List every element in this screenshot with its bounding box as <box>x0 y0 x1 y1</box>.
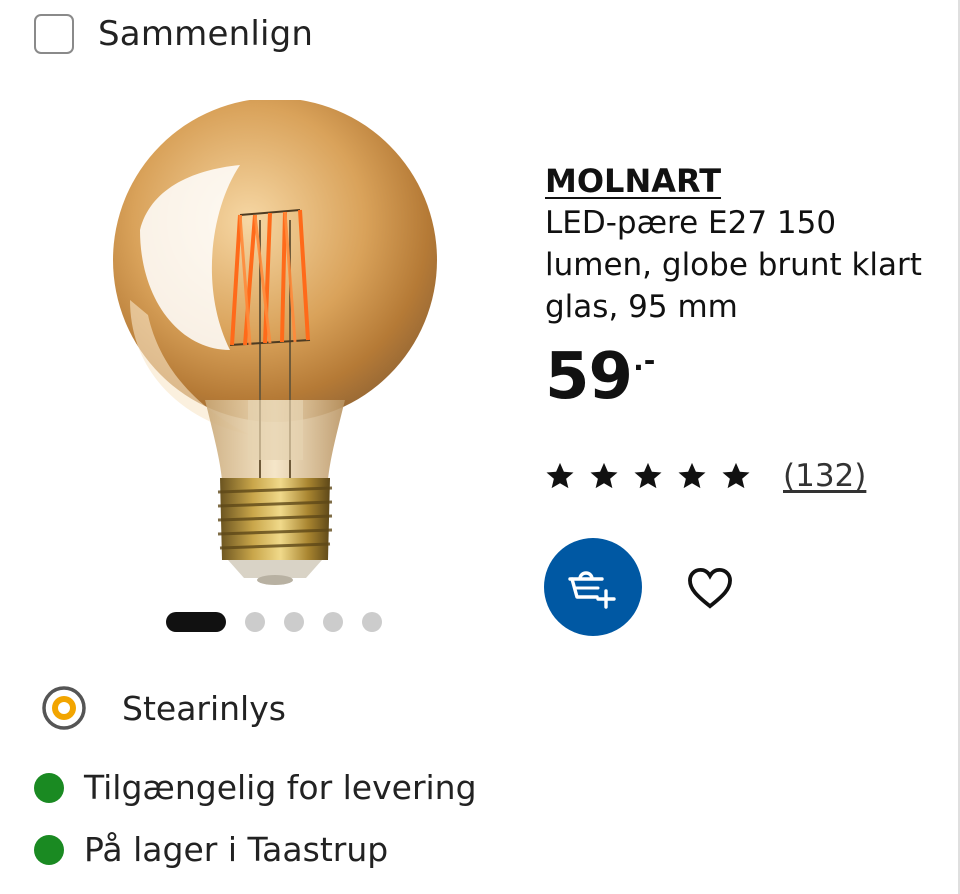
compare-label: Sammenlign <box>98 14 314 54</box>
star-icon <box>546 462 574 489</box>
star-icon <box>590 462 618 489</box>
review-count-link[interactable]: (132) <box>783 458 866 494</box>
gallery-dot-1[interactable] <box>166 612 226 632</box>
compare-toggle[interactable]: Sammenlign <box>34 14 313 54</box>
gallery-dot-2[interactable] <box>245 612 265 632</box>
gallery-dot-3[interactable] <box>284 612 304 632</box>
star-icon <box>634 462 662 489</box>
basket-plus-icon <box>568 571 616 609</box>
add-to-cart-button[interactable] <box>544 538 642 636</box>
product-info: MOLNART LED-pære E27 150 lumen, globe br… <box>545 160 925 412</box>
star-icon <box>722 462 750 489</box>
style-badge: Stearinlys <box>42 686 286 730</box>
product-name-link[interactable]: MOLNART <box>545 160 925 202</box>
style-label: Stearinlys <box>122 688 286 728</box>
product-image[interactable] <box>100 98 520 600</box>
price-value: 59 <box>545 340 633 414</box>
status-dot-icon <box>34 834 64 865</box>
product-price: 59 .- <box>545 342 925 412</box>
availability-label: Tilgængelig for levering <box>84 768 477 807</box>
availability-delivery: Tilgængelig for levering <box>34 768 477 807</box>
price-suffix: .- <box>633 344 656 377</box>
compare-checkbox[interactable] <box>34 14 74 54</box>
status-dot-icon <box>34 772 64 803</box>
heart-outline-icon <box>688 567 732 609</box>
rating-stars <box>545 461 765 491</box>
gallery-dot-4[interactable] <box>323 612 343 632</box>
availability-label: På lager i Taastrup <box>84 830 389 869</box>
product-description: LED-pære E27 150 lumen, globe brunt klar… <box>545 205 922 325</box>
led-globe-bulb-image <box>113 98 437 585</box>
star-icon <box>678 462 706 489</box>
gallery-pagination <box>166 612 401 632</box>
availability-store[interactable]: På lager i Taastrup <box>34 830 388 869</box>
candlelight-icon <box>42 686 86 730</box>
product-rating[interactable]: (132) <box>545 458 866 494</box>
favourite-button[interactable] <box>680 562 740 614</box>
gallery-dot-5[interactable] <box>362 612 382 632</box>
